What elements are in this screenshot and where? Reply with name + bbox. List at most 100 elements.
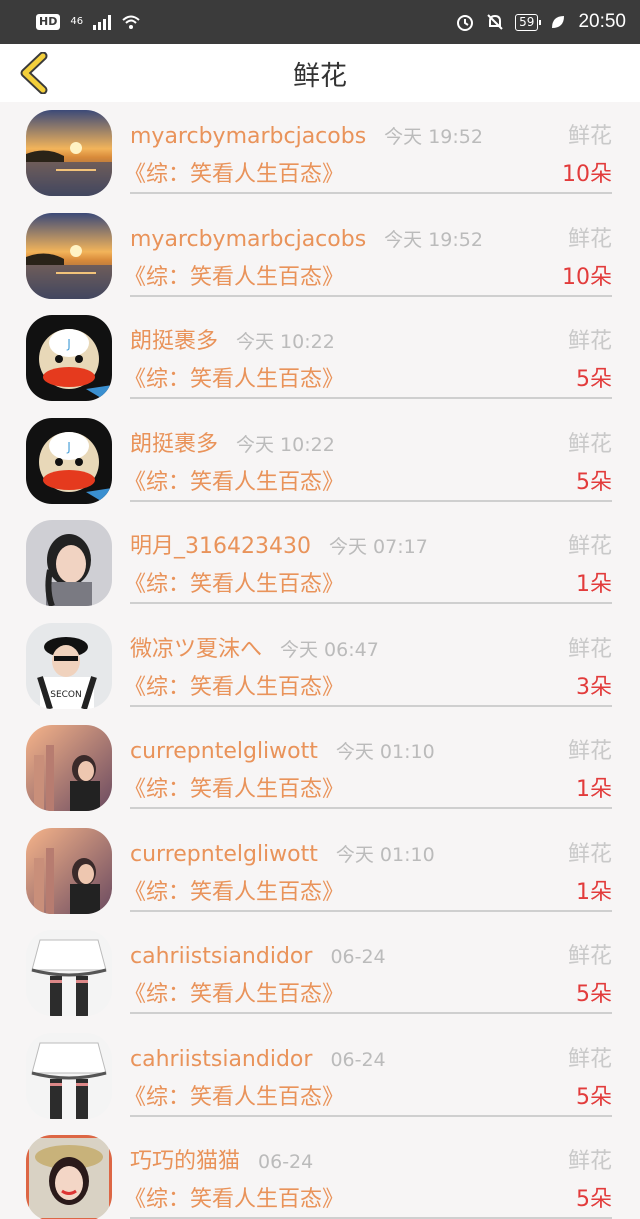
username[interactable]: myarcbymarbcjacobs bbox=[130, 124, 366, 149]
item-header-row: 明月_316423430 今天 07:17 鲜花 bbox=[130, 528, 612, 562]
avatar-sunset[interactable] bbox=[26, 212, 112, 299]
book-title-link[interactable]: 《综：笑看人生百态》 bbox=[124, 156, 344, 188]
list-item[interactable]: SECON 微凉ツ夏沫へ 今天 06:47 鲜花 《综：笑看人生百态》 3朵 bbox=[0, 615, 640, 718]
chevron-left-icon bbox=[20, 52, 48, 94]
gift-type-label: 鲜花 bbox=[567, 1149, 612, 1174]
timestamp: 今天 07:17 bbox=[328, 536, 428, 558]
gift-type-label: 鲜花 bbox=[567, 636, 612, 662]
list-item[interactable]: J 朗挺裹多 今天 10:22 鲜花 《综：笑看人生百态》 5朵 bbox=[0, 410, 640, 513]
gift-type-label: 鲜花 bbox=[567, 534, 612, 559]
username[interactable]: 朗挺裹多 bbox=[130, 426, 218, 458]
gift-type-label: 鲜花 bbox=[567, 944, 612, 969]
item-detail-row: 《综：笑看人生百态》 1朵 bbox=[124, 771, 612, 807]
divider bbox=[130, 294, 612, 297]
divider bbox=[130, 807, 612, 809]
hd-badge: HD bbox=[36, 14, 61, 30]
username[interactable]: cahriistsiandidor bbox=[130, 944, 312, 969]
item-detail-row: 《综：笑看人生百态》 5朵 bbox=[124, 976, 612, 1012]
timestamp: 今天 19:52 bbox=[384, 228, 483, 251]
book-title-link[interactable]: 《综：笑看人生百态》 bbox=[124, 874, 344, 906]
divider bbox=[130, 704, 612, 707]
list-item[interactable]: myarcbymarbcjacobs 今天 19:52 鲜花 《综：笑看人生百态… bbox=[0, 205, 640, 308]
divider bbox=[130, 499, 612, 502]
avatar-monkey[interactable]: J bbox=[26, 315, 112, 401]
username[interactable]: 明月_316423430 bbox=[130, 528, 311, 560]
avatar-boy[interactable]: SECON bbox=[26, 622, 112, 709]
timestamp: 06-24 bbox=[258, 1151, 314, 1173]
gift-amount: 5朵 bbox=[576, 367, 612, 392]
item-detail-row: 《综：笑看人生百态》 10朵 bbox=[124, 156, 612, 192]
divider bbox=[130, 602, 612, 604]
username[interactable]: cahriistsiandidor bbox=[130, 1047, 312, 1072]
avatar-hat[interactable] bbox=[26, 1135, 112, 1219]
avatar-sunset[interactable] bbox=[26, 110, 112, 196]
timestamp: 今天 01:10 bbox=[335, 843, 435, 866]
username[interactable]: 朗挺裹多 bbox=[130, 323, 218, 355]
item-header-row: 巧巧的猫猫 06-24 鲜花 bbox=[130, 1143, 612, 1177]
back-button[interactable] bbox=[14, 52, 54, 94]
gift-type-label: 鲜花 bbox=[567, 431, 612, 457]
avatar-monkey[interactable]: J bbox=[26, 417, 112, 504]
book-title-link[interactable]: 《综：笑看人生百态》 bbox=[124, 771, 344, 803]
book-title-link[interactable]: 《综：笑看人生百态》 bbox=[124, 1181, 344, 1213]
item-detail-row: 《综：笑看人生百态》 1朵 bbox=[124, 566, 612, 602]
gift-amount: 5朵 bbox=[576, 982, 612, 1007]
avatar-city[interactable] bbox=[26, 827, 112, 914]
gift-amount: 3朵 bbox=[576, 674, 612, 700]
gift-amount: 1朵 bbox=[576, 572, 612, 597]
avatar-skirt[interactable] bbox=[26, 930, 112, 1016]
item-detail-row: 《综：笑看人生百态》 10朵 bbox=[124, 259, 612, 295]
list-item[interactable]: currepntelgliwott 今天 01:10 鲜花 《综：笑看人生百态》… bbox=[0, 717, 640, 820]
username[interactable]: currepntelgliwott bbox=[130, 739, 318, 764]
list-item[interactable]: J 朗挺裹多 今天 10:22 鲜花 《综：笑看人生百态》 5朵 bbox=[0, 307, 640, 410]
timestamp: 今天 10:22 bbox=[236, 331, 335, 353]
avatar-city[interactable] bbox=[26, 725, 112, 811]
gift-amount: 1朵 bbox=[576, 777, 612, 802]
item-header-row: myarcbymarbcjacobs 今天 19:52 鲜花 bbox=[130, 221, 612, 255]
flower-gift-list: myarcbymarbcjacobs 今天 19:52 鲜花 《综：笑看人生百态… bbox=[0, 102, 640, 1219]
item-header-row: 朗挺裹多 今天 10:22 鲜花 bbox=[130, 323, 612, 357]
item-header-row: currepntelgliwott 今天 01:10 鲜花 bbox=[130, 733, 612, 767]
item-detail-row: 《综：笑看人生百态》 5朵 bbox=[124, 361, 612, 397]
avatar-skirt[interactable] bbox=[26, 1032, 112, 1119]
gift-amount: 1朵 bbox=[576, 879, 612, 905]
divider bbox=[130, 1114, 612, 1117]
alarm-icon bbox=[457, 15, 474, 31]
gift-amount: 5朵 bbox=[576, 469, 612, 495]
list-item[interactable]: myarcbymarbcjacobs 今天 19:52 鲜花 《综：笑看人生百态… bbox=[0, 102, 640, 205]
username[interactable]: myarcbymarbcjacobs bbox=[130, 227, 366, 252]
status-bar: HD 46 59 20:50 bbox=[0, 0, 640, 44]
item-header-row: myarcbymarbcjacobs 今天 19:52 鲜花 bbox=[130, 118, 612, 152]
list-item[interactable]: 明月_316423430 今天 07:17 鲜花 《综：笑看人生百态》 1朵 bbox=[0, 512, 640, 615]
book-title-link[interactable]: 《综：笑看人生百态》 bbox=[124, 1079, 344, 1111]
gift-amount: 10朵 bbox=[562, 162, 612, 187]
avatar-girl[interactable] bbox=[26, 520, 112, 606]
book-title-link[interactable]: 《综：笑看人生百态》 bbox=[124, 566, 344, 598]
status-left: HD 46 bbox=[36, 12, 141, 32]
book-title-link[interactable]: 《综：笑看人生百态》 bbox=[124, 976, 344, 1008]
list-item[interactable]: cahriistsiandidor 06-24 鲜花 《综：笑看人生百态》 5朵 bbox=[0, 1025, 640, 1128]
gift-amount: 5朵 bbox=[576, 1187, 612, 1212]
gift-type-label: 鲜花 bbox=[567, 124, 612, 149]
book-title-link[interactable]: 《综：笑看人生百态》 bbox=[124, 361, 344, 393]
username[interactable]: 微凉ツ夏沫へ bbox=[130, 631, 262, 663]
gift-type-label: 鲜花 bbox=[567, 841, 612, 867]
book-title-link[interactable]: 《综：笑看人生百态》 bbox=[124, 464, 344, 496]
book-title-link[interactable]: 《综：笑看人生百态》 bbox=[124, 259, 344, 291]
timestamp: 今天 01:10 bbox=[335, 741, 435, 763]
item-header-row: 朗挺裹多 今天 10:22 鲜花 bbox=[130, 426, 612, 460]
mute-icon bbox=[487, 14, 503, 30]
list-item[interactable]: 巧巧的猫猫 06-24 鲜花 《综：笑看人生百态》 5朵 bbox=[0, 1127, 640, 1219]
network-label: 46 bbox=[70, 16, 84, 27]
gift-amount: 10朵 bbox=[562, 264, 612, 290]
divider bbox=[130, 1012, 612, 1014]
timestamp: 06-24 bbox=[330, 1048, 386, 1071]
leaf-icon bbox=[552, 16, 565, 28]
signal-icon bbox=[93, 14, 112, 30]
divider bbox=[130, 909, 612, 912]
book-title-link[interactable]: 《综：笑看人生百态》 bbox=[124, 669, 344, 701]
list-item[interactable]: cahriistsiandidor 06-24 鲜花 《综：笑看人生百态》 5朵 bbox=[0, 922, 640, 1025]
list-item[interactable]: currepntelgliwott 今天 01:10 鲜花 《综：笑看人生百态》… bbox=[0, 820, 640, 923]
username[interactable]: currepntelgliwott bbox=[130, 842, 318, 867]
username[interactable]: 巧巧的猫猫 bbox=[130, 1143, 240, 1175]
